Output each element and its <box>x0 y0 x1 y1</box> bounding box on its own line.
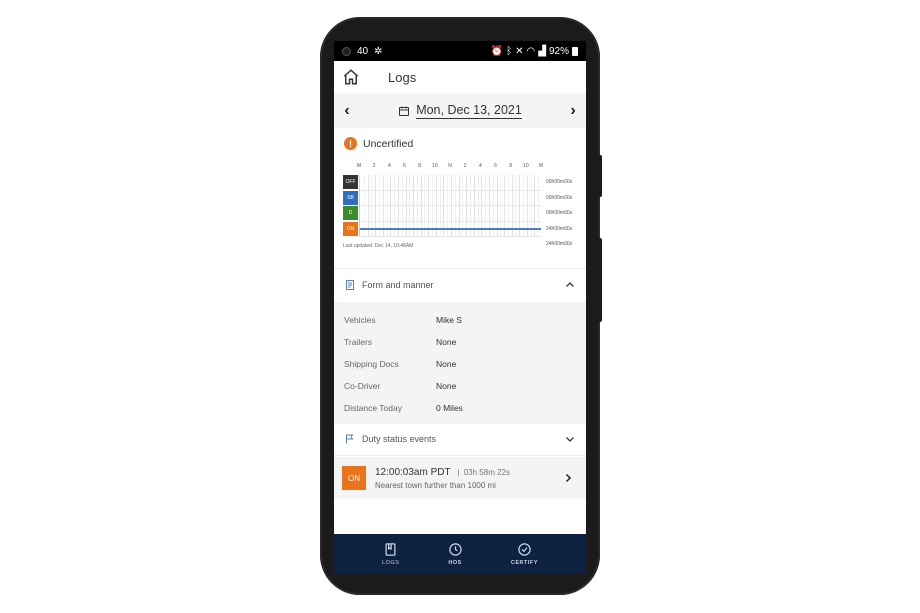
current-date[interactable]: Mon, Dec 13, 2021 <box>416 103 522 119</box>
detail-value: None <box>436 337 457 347</box>
graph-row-total: 00h00m00s <box>546 194 573 201</box>
duty-status-graph: M 2 4 6 8 10 N 2 4 6 8 10 M OFF SB D ON 00h00m00s 00h00m… <box>343 163 583 253</box>
graph-hour-label: 4 <box>478 163 482 169</box>
detail-row: Distance Today 0 Miles <box>344 403 463 413</box>
graph-hour-label: N <box>448 163 452 169</box>
graph-status-label: ON <box>343 221 358 236</box>
chevron-down-icon[interactable] <box>564 433 576 445</box>
detail-key: Vehicles <box>344 315 376 325</box>
graph-duty-line <box>360 228 541 230</box>
flag-icon <box>346 434 354 444</box>
graph-grand-total: 24h00m00s <box>546 241 573 247</box>
app-screen: 40 ✲ ⏰ ᛒ ✕ ◠ ▟ 92% Logs ‹ Mon, Dec 13, 2… <box>334 41 586 574</box>
detail-row: Shipping Docs None <box>344 359 456 369</box>
detail-value: 0 Miles <box>436 403 463 413</box>
nav-hos-label: HOS <box>448 560 462 566</box>
date-navigator: ‹ Mon, Dec 13, 2021 › <box>334 93 586 128</box>
nav-logs[interactable]: LOGS <box>382 542 399 566</box>
duty-event-info: 12:00:03am PDT | 03h 58m 22s Nearest tow… <box>375 467 562 490</box>
nav-certify[interactable]: CERTIFY <box>511 542 538 566</box>
phone-side-button <box>597 155 602 197</box>
detail-value: None <box>436 381 457 391</box>
previous-day-chevron-icon[interactable]: ‹ <box>340 102 354 120</box>
detail-key: Shipping Docs <box>344 359 399 369</box>
graph-row-total: 00h00m00s <box>546 210 573 216</box>
nav-hos[interactable]: HOS <box>448 542 463 566</box>
duty-event-time-line: 12:00:03am PDT | 03h 58m 22s <box>375 467 562 478</box>
alarm-icon: ⏰ <box>490 45 504 57</box>
duty-event-location: Nearest town further than 1000 mi <box>375 480 496 490</box>
form-and-manner-title: Form and manner <box>362 280 434 290</box>
graph-hour-label: 8 <box>418 163 422 169</box>
detail-row: Vehicles Mike S <box>344 315 462 325</box>
certification-status: ! Uncertified <box>344 137 413 150</box>
graph-hour-label: 6 <box>403 163 406 169</box>
graph-hour-label: 6 <box>494 163 497 169</box>
detail-key: Distance Today <box>344 403 402 413</box>
graph-grid <box>359 175 541 237</box>
detail-row: Co-Driver None <box>344 381 456 391</box>
graph-hour-label: M <box>356 163 362 169</box>
graph-status-label: OFF <box>343 175 358 189</box>
signal-icon: ▟ <box>538 45 546 57</box>
graph-row-total: 00h00m00s <box>546 179 573 185</box>
duty-event-duration: 03h 58m 22s <box>463 467 510 477</box>
nav-certify-label: CERTIFY <box>510 560 538 566</box>
form-and-manner-header[interactable]: Form and manner <box>334 270 586 300</box>
page-title: Logs <box>388 69 417 85</box>
graph-hour-label: M <box>538 163 544 169</box>
divider <box>334 268 586 269</box>
divider <box>334 455 586 456</box>
graph-hour-label: 10 <box>523 163 529 169</box>
graph-last-updated: Last updated: Dec 14, 10:48AM <box>343 243 414 249</box>
graph-status-label: D <box>343 206 358 220</box>
nav-logs-label: LOGS <box>382 560 400 566</box>
battery-icon <box>572 46 578 56</box>
status-time: 40 <box>357 45 369 57</box>
wifi-icon: ◠ <box>526 45 536 57</box>
duty-status-events-title: Duty status events <box>362 434 437 444</box>
check-circle-icon <box>518 543 531 556</box>
graph-hour-label: 2 <box>372 163 376 169</box>
next-day-chevron-icon[interactable]: › <box>566 102 580 120</box>
detail-value: None <box>436 359 457 369</box>
graph-row-total: 24h00m00s <box>546 225 573 232</box>
camera-hole <box>342 46 351 56</box>
date-picker[interactable]: Mon, Dec 13, 2021 <box>398 103 522 119</box>
document-icon <box>346 280 354 290</box>
graph-hour-label: 10 <box>432 163 438 169</box>
detail-key: Co-Driver <box>344 381 381 391</box>
phone-volume-button <box>597 238 602 322</box>
duty-event-duration-wrapper: | 03h 58m 22s <box>457 467 510 477</box>
duty-event-row[interactable]: ON 12:00:03am PDT | 03h 58m 22s Nearest … <box>334 457 586 499</box>
duty-status-events-header[interactable]: Duty status events <box>334 424 586 454</box>
status-bar: 40 ✲ ⏰ ᛒ ✕ ◠ ▟ 92% <box>334 41 586 61</box>
home-icon[interactable] <box>342 68 360 86</box>
form-and-manner-details: Vehicles Mike S Trailers None Shipping D… <box>334 302 586 424</box>
clock-icon <box>448 543 462 556</box>
chevron-up-icon[interactable] <box>564 279 576 291</box>
duty-status-badge: ON <box>342 466 366 490</box>
detail-value: Mike S <box>436 315 462 325</box>
battery-percent: 92% <box>548 45 569 57</box>
warning-icon: ! <box>344 137 357 150</box>
duty-event-time: 12:00:03am PDT <box>375 466 451 478</box>
logbook-icon <box>385 543 396 556</box>
bluetooth-icon: ᛒ <box>506 45 513 57</box>
graph-hour-label: 2 <box>463 163 467 169</box>
certification-status-label: Uncertified <box>363 137 414 150</box>
calendar-icon <box>399 106 410 116</box>
settings-gear-icon: ✲ <box>374 45 383 57</box>
graph-hour-label: 4 <box>387 163 391 169</box>
chevron-right-icon[interactable] <box>562 472 574 484</box>
bottom-navigation: LOGS HOS CERTIFY <box>334 534 586 574</box>
graph-status-label: SB <box>343 190 358 205</box>
graph-hour-labels: M 2 4 6 8 10 N 2 4 6 8 10 M <box>343 163 543 173</box>
detail-key: Trailers <box>344 337 373 347</box>
app-header: Logs <box>334 61 586 93</box>
detail-row: Trailers None <box>344 337 456 347</box>
mute-icon: ✕ <box>515 45 524 57</box>
graph-hour-label: 8 <box>509 163 513 169</box>
